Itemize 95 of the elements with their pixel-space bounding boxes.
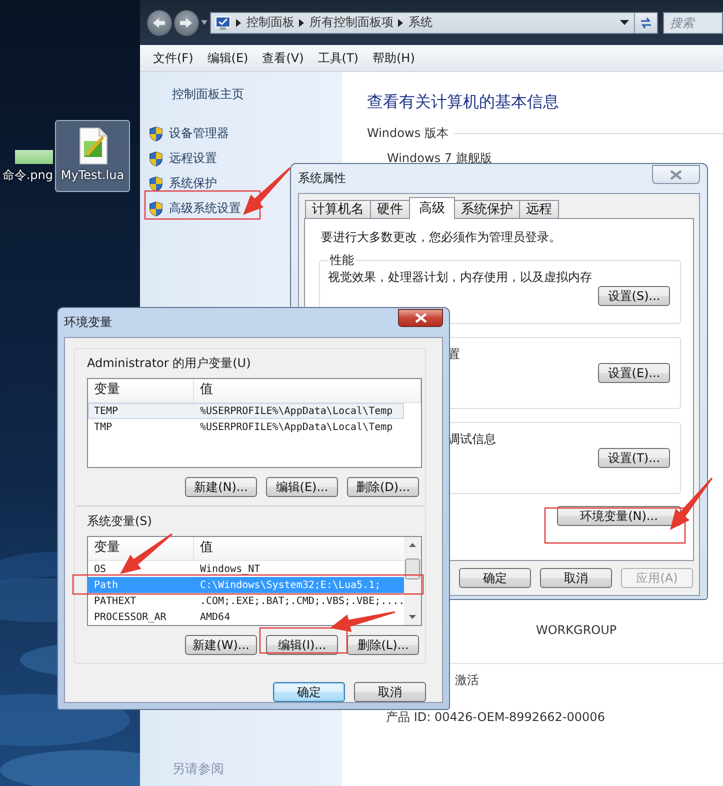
- sidebar-link[interactable]: 高级系统设置: [169, 200, 241, 217]
- refresh-icon: [639, 16, 653, 28]
- shield-icon: [149, 126, 163, 142]
- list-button[interactable]: 删除(L)...: [347, 635, 419, 655]
- breadcrumb-item[interactable]: 系统: [408, 14, 432, 31]
- settings-button[interactable]: 设置(T)...: [598, 448, 670, 468]
- group-title: Administrator 的用户变量(U): [87, 355, 252, 372]
- dialog-button[interactable]: 确定: [459, 568, 531, 588]
- computer-icon: [215, 16, 232, 30]
- table-row[interactable]: PATHEXT .COM;.EXE;.BAT;.CMD;.VBS;.VBE;....: [88, 593, 404, 609]
- list-button[interactable]: 编辑(I)...: [266, 635, 338, 655]
- info-text: Windows 7 旗舰版: [387, 150, 493, 167]
- table-cell-text: PATHEXT: [93, 596, 138, 606]
- menu-item[interactable]: 文件(F): [147, 50, 200, 66]
- callout-arrow: [120, 533, 172, 574]
- refresh-button[interactable]: [634, 12, 657, 32]
- search-field[interactable]: 搜索: [663, 12, 723, 34]
- table-cell-text: OS: [93, 564, 108, 574]
- list-button[interactable]: 新建(N)...: [185, 477, 257, 497]
- table-cell-text: Windows_NT: [199, 564, 260, 574]
- notice-text: 要进行大多数更改，您必须作为管理员登录。: [320, 229, 562, 246]
- menu-item[interactable]: 帮助(H): [366, 50, 421, 66]
- list-button[interactable]: 编辑(E)...: [266, 477, 338, 497]
- scrollbar[interactable]: [404, 537, 421, 625]
- breadcrumb-item[interactable]: 所有控制面板项: [309, 14, 394, 31]
- callout-arrow: [670, 478, 713, 530]
- table-cell-text: AMD64: [199, 612, 230, 622]
- table-cell-text: PROCESSOR_AR: [93, 612, 168, 622]
- table-cell-text: TEMP: [93, 406, 120, 416]
- table-cell-text: Path: [93, 580, 120, 590]
- window-title: 环境变量: [64, 314, 112, 331]
- image-file-icon: [15, 150, 53, 164]
- column-header[interactable]: 变量: [88, 379, 194, 402]
- info-text: 激活: [455, 672, 480, 689]
- tab[interactable]: 高级: [409, 197, 455, 219]
- tab[interactable]: 计算机名: [305, 200, 371, 219]
- menu-item[interactable]: 编辑(E): [201, 50, 254, 66]
- table-row[interactable]: TMP %USERPROFILE%\AppData\Local\Temp: [88, 419, 404, 435]
- desktop-icon-label[interactable]: 命令.png: [2, 167, 53, 184]
- callout-arrow: [243, 167, 291, 215]
- caret-icon[interactable]: [200, 20, 208, 25]
- group-title: 性能: [328, 252, 355, 269]
- menu-item[interactable]: 查看(V): [256, 50, 310, 66]
- close-button[interactable]: [398, 309, 443, 327]
- arrow-right-icon: [179, 16, 194, 28]
- document-icon: [78, 127, 108, 165]
- group-title: 系统变量(S): [87, 513, 153, 530]
- dialog-button[interactable]: 取消: [540, 568, 612, 588]
- table-cell-text: .COM;.EXE;.BAT;.CMD;.VBS;.VBE;....: [199, 596, 405, 606]
- back-button[interactable]: [147, 10, 172, 36]
- desktop-icon[interactable]: MyTest.lua: [55, 120, 130, 192]
- sidebar-link[interactable]: 远程设置: [169, 150, 217, 167]
- menu-item[interactable]: 工具(T): [312, 50, 364, 66]
- info-text: 产品 ID: 00426-OEM-8992662-00006: [386, 709, 606, 726]
- page-heading: 查看有关计算机的基本信息: [367, 91, 560, 113]
- table-cell-text: %USERPROFILE%\AppData\Local\Temp: [199, 406, 393, 416]
- environment-variables-button[interactable]: 环境变量(N)...: [557, 506, 681, 526]
- table-cell-text: TMP: [93, 422, 114, 432]
- callout-arrow: [330, 611, 396, 632]
- tab[interactable]: 硬件: [370, 200, 410, 219]
- dropdown-arrow-icon[interactable]: [620, 20, 629, 25]
- shield-icon: [149, 176, 163, 192]
- column-header[interactable]: 值: [194, 379, 421, 402]
- arrow-left-icon: [152, 16, 166, 28]
- info-text: WORKGROUP: [536, 623, 618, 637]
- table-cell-text: %USERPROFILE%\AppData\Local\Temp: [199, 422, 393, 432]
- chevron-icon[interactable]: [236, 18, 242, 26]
- close-icon: [414, 313, 426, 323]
- tab[interactable]: 远程: [519, 200, 559, 219]
- dialog-button[interactable]: 取消: [354, 682, 426, 702]
- address-bar[interactable]: 控制面板 所有控制面板项 系统: [210, 12, 658, 34]
- settings-button[interactable]: 设置(S)...: [598, 286, 670, 306]
- sidebar-link[interactable]: 控制面板主页: [172, 86, 244, 103]
- breadcrumb-item[interactable]: 控制面板: [246, 14, 294, 31]
- sidebar-link[interactable]: 设备管理器: [169, 125, 229, 142]
- sidebar-link[interactable]: 系统保护: [169, 175, 217, 192]
- table-row[interactable]: TEMP %USERPROFILE%\AppData\Local\Temp: [88, 403, 404, 419]
- tab[interactable]: 系统保护: [454, 200, 520, 219]
- dialog-button[interactable]: 确定: [273, 682, 345, 702]
- settings-button[interactable]: 设置(E)...: [598, 363, 670, 383]
- table-row[interactable]: OS Windows_NT: [88, 561, 404, 577]
- table-row[interactable]: PROCESSOR_AR AMD64: [88, 609, 404, 625]
- section-heading: Windows 版本: [367, 125, 448, 142]
- window-title: 系统属性: [298, 170, 346, 187]
- list-button[interactable]: 新建(W)...: [185, 635, 257, 655]
- forward-button[interactable]: [174, 10, 199, 36]
- chevron-icon[interactable]: [299, 18, 304, 26]
- close-icon: [670, 170, 682, 180]
- table-cell-text: C:\Windows\System32;E:\Lua5.1;: [199, 580, 381, 590]
- shield-icon: [149, 150, 163, 166]
- shield-icon: [149, 200, 163, 216]
- chevron-icon[interactable]: [398, 18, 404, 26]
- sidebar-heading: 另请参阅: [172, 761, 225, 778]
- list-button[interactable]: 删除(D)...: [347, 477, 419, 497]
- group-description: 视觉效果，处理器计划，内存使用，以及虚拟内存: [328, 269, 593, 286]
